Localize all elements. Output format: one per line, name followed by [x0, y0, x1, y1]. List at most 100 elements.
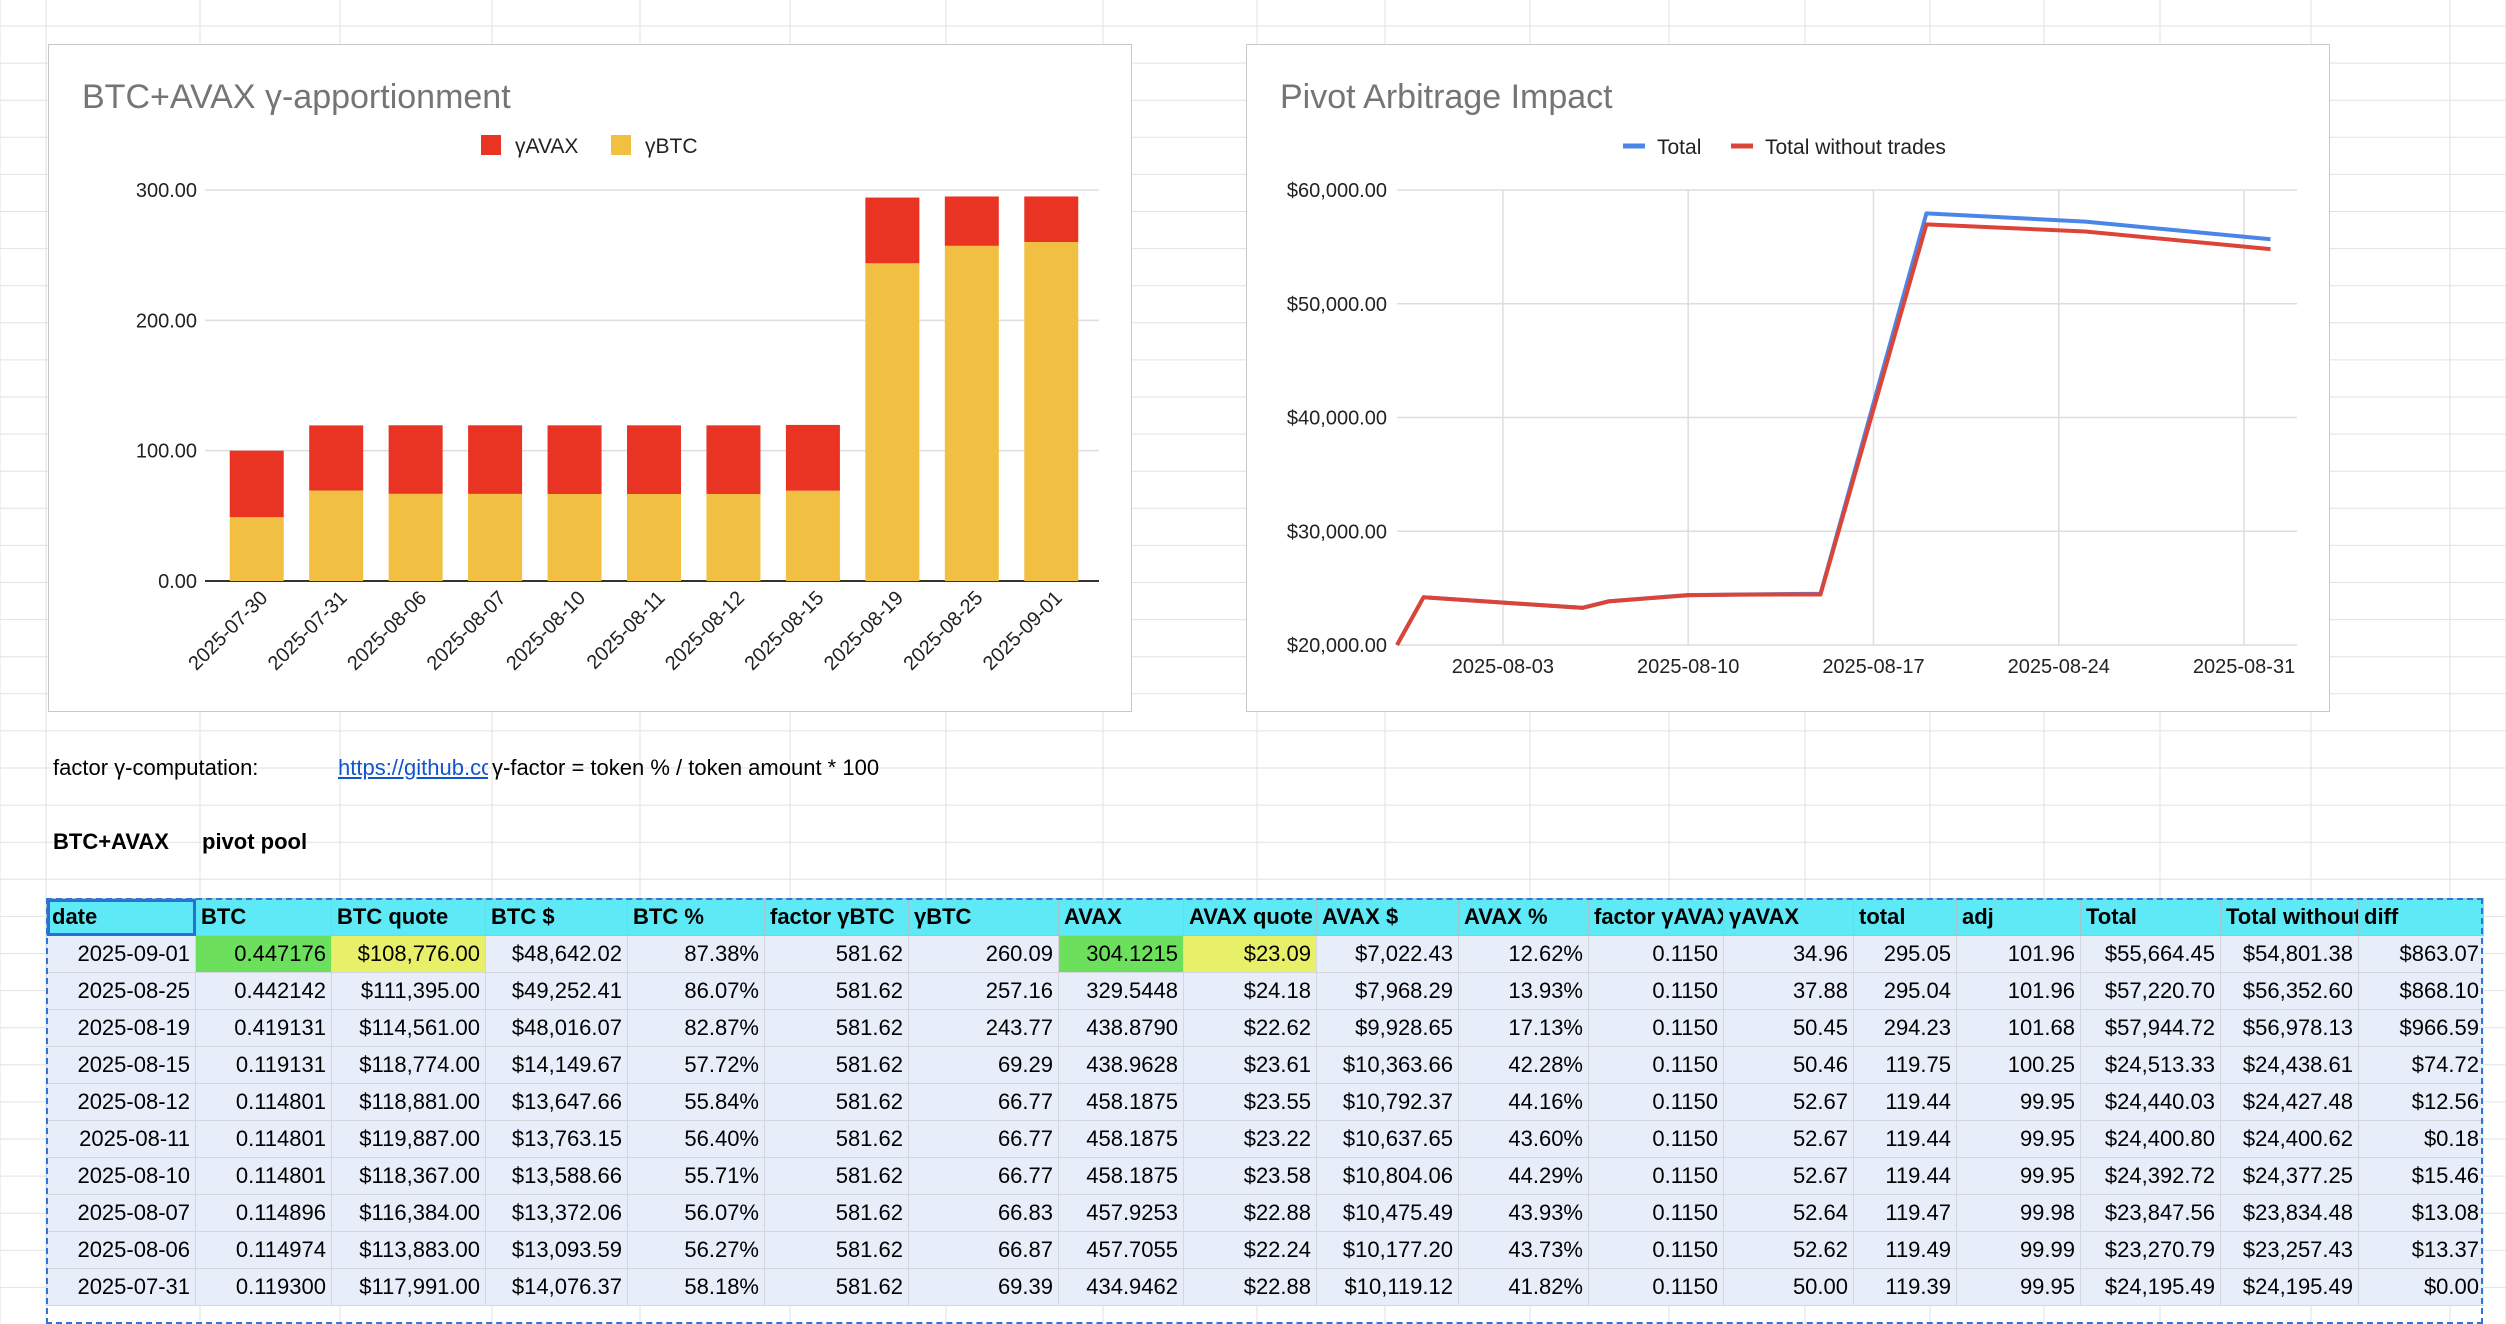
table-cell[interactable]: $13,763.15 — [485, 1120, 628, 1158]
table-cell[interactable]: 119.49 — [1853, 1231, 1957, 1269]
table-cell[interactable]: $10,804.06 — [1316, 1157, 1459, 1195]
table-cell[interactable]: 56.07% — [627, 1194, 765, 1232]
table-cell[interactable]: $118,881.00 — [331, 1083, 486, 1121]
column-header[interactable]: γAVAX — [1723, 898, 1854, 936]
table-cell[interactable]: $22.88 — [1183, 1268, 1317, 1306]
table-cell[interactable]: 43.93% — [1458, 1194, 1589, 1232]
column-header[interactable]: Total without trades — [2220, 898, 2359, 936]
table-cell[interactable]: $24.18 — [1183, 972, 1317, 1010]
table-cell[interactable]: $13.08 — [2358, 1194, 2484, 1232]
table-cell[interactable]: $24,377.25 — [2220, 1157, 2359, 1195]
table-cell[interactable]: 0.1150 — [1588, 1268, 1724, 1306]
table-cell[interactable]: 56.40% — [627, 1120, 765, 1158]
column-header[interactable]: AVAX % — [1458, 898, 1589, 936]
table-cell[interactable]: 294.23 — [1853, 1009, 1957, 1047]
table-cell[interactable]: 0.114801 — [195, 1083, 332, 1121]
table-cell[interactable]: $74.72 — [2358, 1046, 2484, 1084]
table-cell[interactable]: 243.77 — [908, 1009, 1059, 1047]
table-cell[interactable]: 2025-08-06 — [46, 1231, 196, 1269]
table-cell[interactable]: 55.84% — [627, 1083, 765, 1121]
table-cell[interactable]: $966.59 — [2358, 1009, 2484, 1047]
table-cell[interactable]: $10,475.49 — [1316, 1194, 1459, 1232]
table-cell[interactable]: $57,944.72 — [2080, 1009, 2221, 1047]
table-cell[interactable]: $22.88 — [1183, 1194, 1317, 1232]
table-cell[interactable]: 0.114974 — [195, 1231, 332, 1269]
table-cell[interactable]: 99.95 — [1956, 1157, 2081, 1195]
table-cell[interactable]: $22.24 — [1183, 1231, 1317, 1269]
table-cell[interactable]: 434.9462 — [1058, 1268, 1184, 1306]
table-cell[interactable]: 458.1875 — [1058, 1083, 1184, 1121]
column-header[interactable]: AVAX quote — [1183, 898, 1317, 936]
table-cell[interactable]: $13,093.59 — [485, 1231, 628, 1269]
table-cell[interactable]: 0.1150 — [1588, 1120, 1724, 1158]
table-cell[interactable]: $57,220.70 — [2080, 972, 2221, 1010]
table-cell[interactable]: 82.87% — [627, 1009, 765, 1047]
pivot-arbitrage-chart[interactable]: Pivot Arbitrage Impact Total Total without… — [1246, 44, 2330, 712]
column-header[interactable]: BTC % — [627, 898, 765, 936]
table-cell[interactable]: $10,792.37 — [1316, 1083, 1459, 1121]
table-cell[interactable]: 119.44 — [1853, 1157, 1957, 1195]
table-cell[interactable]: 2025-08-25 — [46, 972, 196, 1010]
table-cell[interactable]: $48,642.02 — [485, 935, 628, 973]
gamma-apportionment-chart[interactable]: BTC+AVAX γ-apportionment γAVAX γBTC 300.00 2… — [48, 44, 1132, 712]
table-cell[interactable]: 2025-07-31 — [46, 1268, 196, 1306]
table-cell[interactable]: 52.67 — [1723, 1157, 1854, 1195]
table-cell[interactable]: 581.62 — [764, 972, 909, 1010]
table-cell[interactable]: 438.9628 — [1058, 1046, 1184, 1084]
table-cell[interactable]: 329.5448 — [1058, 972, 1184, 1010]
table-cell[interactable]: $22.62 — [1183, 1009, 1317, 1047]
table-cell[interactable]: 13.93% — [1458, 972, 1589, 1010]
table-cell[interactable]: 2025-08-19 — [46, 1009, 196, 1047]
table-cell[interactable]: 581.62 — [764, 1083, 909, 1121]
table-cell[interactable]: 0.119131 — [195, 1046, 332, 1084]
table-cell[interactable]: $10,363.66 — [1316, 1046, 1459, 1084]
column-header[interactable]: AVAX — [1058, 898, 1184, 936]
table-cell[interactable]: 50.00 — [1723, 1268, 1854, 1306]
column-header[interactable]: date — [46, 898, 196, 936]
table-cell[interactable]: 66.83 — [908, 1194, 1059, 1232]
table-cell[interactable]: 458.1875 — [1058, 1120, 1184, 1158]
table-cell[interactable]: $10,637.65 — [1316, 1120, 1459, 1158]
table-cell[interactable]: 0.1150 — [1588, 1194, 1724, 1232]
table-cell[interactable]: 52.67 — [1723, 1120, 1854, 1158]
table-cell[interactable]: $24,392.72 — [2080, 1157, 2221, 1195]
table-cell[interactable]: $24,400.62 — [2220, 1120, 2359, 1158]
column-header[interactable]: diff — [2358, 898, 2484, 936]
table-cell[interactable]: $0.18 — [2358, 1120, 2484, 1158]
table-cell[interactable]: 99.99 — [1956, 1231, 2081, 1269]
table-cell[interactable]: 44.29% — [1458, 1157, 1589, 1195]
table-cell[interactable]: 101.68 — [1956, 1009, 2081, 1047]
table-cell[interactable]: $23,847.56 — [2080, 1194, 2221, 1232]
table-cell[interactable]: 66.87 — [908, 1231, 1059, 1269]
table-cell[interactable]: 581.62 — [764, 1009, 909, 1047]
table-cell[interactable]: 581.62 — [764, 1157, 909, 1195]
column-header[interactable]: BTC — [195, 898, 332, 936]
table-cell[interactable]: $13,647.66 — [485, 1083, 628, 1121]
column-header[interactable]: factor γBTC — [764, 898, 909, 936]
table-cell[interactable]: 295.05 — [1853, 935, 1957, 973]
table-cell[interactable]: 2025-09-01 — [46, 935, 196, 973]
table-cell[interactable]: 119.44 — [1853, 1120, 1957, 1158]
table-cell[interactable]: 69.29 — [908, 1046, 1059, 1084]
table-cell[interactable]: $24,513.33 — [2080, 1046, 2221, 1084]
table-cell[interactable]: 43.73% — [1458, 1231, 1589, 1269]
table-cell[interactable]: 99.95 — [1956, 1268, 2081, 1306]
github-link[interactable]: https://github.com — [338, 755, 488, 781]
column-header[interactable]: BTC quote — [331, 898, 486, 936]
table-cell[interactable]: $23.61 — [1183, 1046, 1317, 1084]
table-cell[interactable]: 0.447176 — [195, 935, 332, 973]
table-cell[interactable]: $114,561.00 — [331, 1009, 486, 1047]
table-cell[interactable]: $24,438.61 — [2220, 1046, 2359, 1084]
table-cell[interactable]: 295.04 — [1853, 972, 1957, 1010]
table-cell[interactable]: $48,016.07 — [485, 1009, 628, 1047]
table-cell[interactable]: $111,395.00 — [331, 972, 486, 1010]
table-cell[interactable]: 52.64 — [1723, 1194, 1854, 1232]
column-header[interactable]: BTC $ — [485, 898, 628, 936]
table-cell[interactable]: $14,076.37 — [485, 1268, 628, 1306]
table-cell[interactable]: 66.77 — [908, 1083, 1059, 1121]
table-cell[interactable]: 66.77 — [908, 1120, 1059, 1158]
table-cell[interactable]: 0.1150 — [1588, 1083, 1724, 1121]
table-cell[interactable]: 2025-08-12 — [46, 1083, 196, 1121]
table-cell[interactable]: $116,384.00 — [331, 1194, 486, 1232]
table-cell[interactable]: $49,252.41 — [485, 972, 628, 1010]
